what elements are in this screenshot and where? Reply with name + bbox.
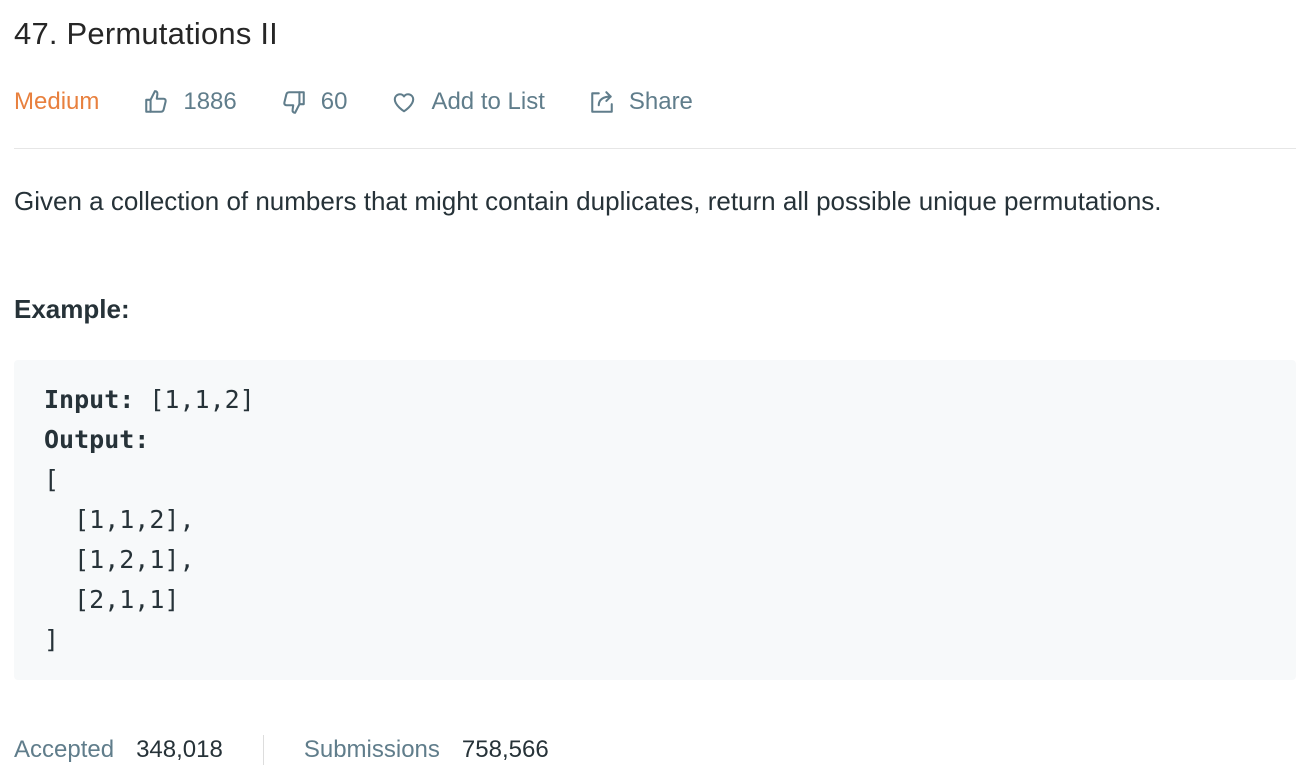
problem-statement: Given a collection of numbers that might…: [14, 186, 1162, 216]
input-label: Input:: [44, 385, 135, 414]
thumbs-up-icon: [145, 90, 168, 113]
accepted-count: 348,018: [136, 736, 223, 763]
meta-divider: [14, 148, 1296, 149]
difficulty-badge: Medium: [14, 88, 100, 115]
problem-meta-bar: Medium 1886 60 Add to List Share: [14, 82, 737, 122]
like-count: 1886: [183, 88, 237, 115]
output-value: [ [1,1,2], [1,2,1], [2,1,1] ]: [44, 465, 195, 654]
problem-title: 47. Permutations II: [14, 16, 278, 51]
accepted-label: Accepted: [14, 736, 115, 763]
submissions-label: Submissions: [303, 736, 440, 763]
dislike-button[interactable]: 60: [281, 88, 348, 116]
add-to-list-label: Add to List: [431, 88, 545, 115]
thumbs-down-icon: [283, 91, 305, 114]
stats-separator: [262, 735, 264, 765]
example-code: Input: [1,1,2] Output: [ [1,1,2], [1,2,1…: [44, 380, 255, 660]
share-icon: [591, 91, 613, 113]
add-to-list-button[interactable]: Add to List: [391, 88, 545, 116]
submissions-count: 758,566: [461, 736, 549, 763]
example-code-block: Input: [1,1,2] Output: [ [1,1,2], [1,2,1…: [14, 360, 1296, 680]
dislike-count: 60: [320, 88, 348, 115]
output-label: Output:: [44, 425, 150, 454]
like-button[interactable]: 1886: [143, 88, 237, 116]
share-button[interactable]: Share: [589, 88, 693, 116]
input-value: [1,1,2]: [134, 385, 255, 414]
heart-icon: [394, 93, 415, 113]
example-heading: Example:: [14, 294, 130, 324]
share-label: Share: [628, 88, 693, 115]
submission-stats: Accepted 348,018 Submissions 758,566: [14, 730, 549, 770]
